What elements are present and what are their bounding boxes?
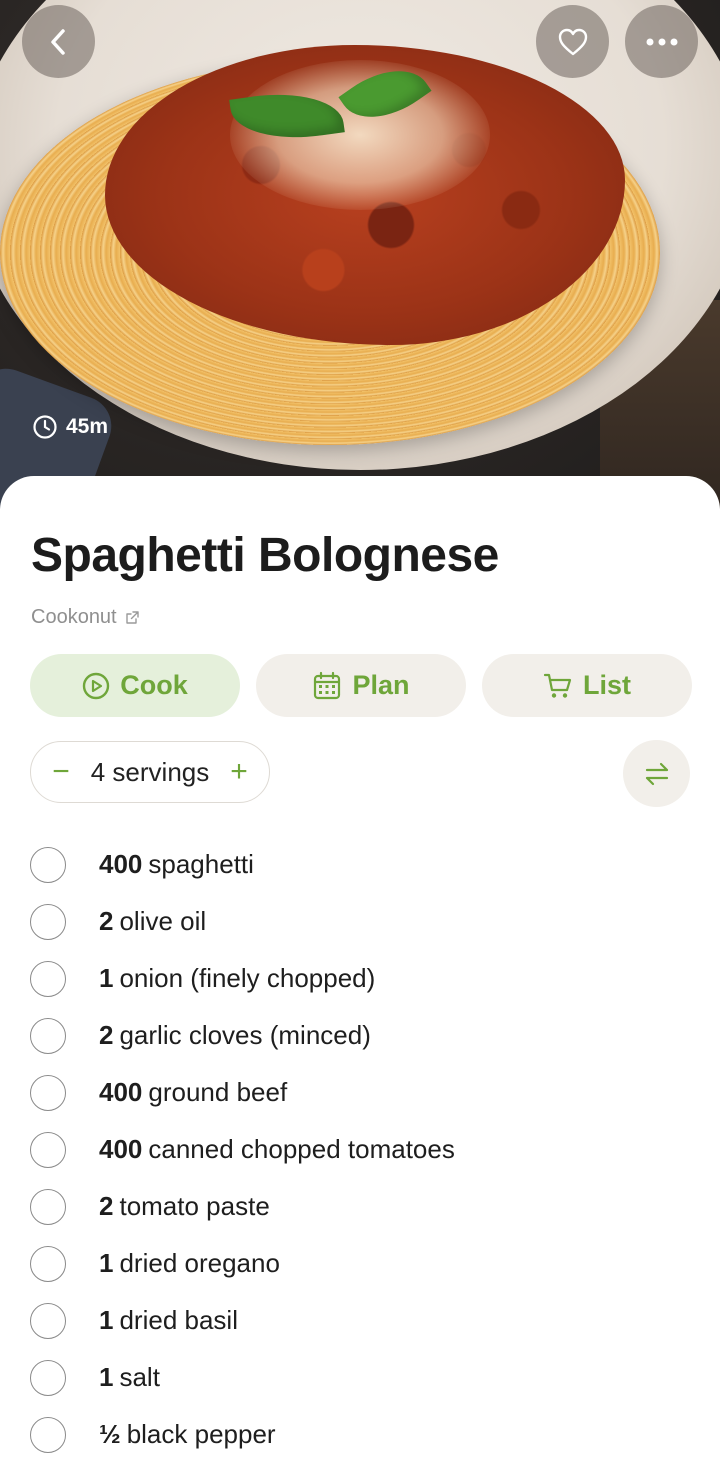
ingredient-name: canned chopped tomatoes <box>148 1134 455 1164</box>
ingredient-text: 2 tomato paste <box>99 1191 270 1222</box>
ingredient-quantity: 1 <box>99 1362 114 1392</box>
ingredient-quantity: 1 <box>99 963 114 993</box>
servings-label: 4 servings <box>90 756 210 787</box>
ingredient-name: dried oregano <box>119 1248 280 1278</box>
cook-button-label: Cook <box>120 670 188 700</box>
ingredient-text: 2 garlic cloves (minced) <box>99 1020 371 1051</box>
source-name: Cookonut <box>31 606 117 628</box>
ingredient-name: salt <box>119 1362 160 1392</box>
ingredient-text: 1 dried oregano <box>99 1248 280 1279</box>
recipe-details-sheet: Spaghetti Bolognese Cookonut Cook Plan L… <box>0 476 720 1476</box>
decrease-servings-button[interactable]: − <box>49 757 73 787</box>
ingredient-name: black pepper <box>126 1419 276 1449</box>
ingredient-checkbox[interactable] <box>30 903 66 940</box>
ingredient-name: tomato paste <box>119 1191 270 1221</box>
ingredient-checkbox[interactable] <box>30 846 66 883</box>
recipe-hero-image: 45m <box>0 0 720 520</box>
list-button-label: List <box>582 670 631 700</box>
ingredient-item[interactable]: 400 ground beef <box>30 1064 455 1121</box>
cook-time-badge: 45m <box>32 414 108 440</box>
calendar-icon <box>314 671 341 699</box>
ingredient-checkbox[interactable] <box>30 1074 66 1111</box>
cook-time-text: 45m <box>66 415 109 438</box>
heart-icon <box>558 28 587 55</box>
ingredient-quantity: 2 <box>99 1191 114 1221</box>
ingredient-text: 400 canned chopped tomatoes <box>99 1134 455 1165</box>
ingredient-name: olive oil <box>119 906 207 936</box>
plan-button-label: Plan <box>352 670 410 700</box>
ingredient-item[interactable]: 400 canned chopped tomatoes <box>30 1121 455 1178</box>
unit-convert-button[interactable] <box>623 740 690 807</box>
ingredient-checkbox[interactable] <box>30 1416 66 1453</box>
ingredient-name: garlic cloves (minced) <box>119 1020 371 1050</box>
swap-arrows-icon <box>645 762 668 785</box>
recipe-title: Spaghetti Bolognese <box>31 529 499 582</box>
ingredient-checkbox[interactable] <box>30 1131 66 1168</box>
ingredient-quantity: 400 <box>99 1077 143 1107</box>
ingredient-item[interactable]: 2 olive oil <box>30 893 455 950</box>
list-button[interactable]: List <box>482 654 692 717</box>
ingredient-quantity: 1 <box>99 1248 114 1278</box>
ingredient-text: 1 dried basil <box>99 1305 238 1336</box>
clock-icon <box>33 415 57 439</box>
ingredient-checkbox[interactable] <box>30 1245 66 1282</box>
ingredient-text: ½ black pepper <box>99 1419 276 1450</box>
ingredient-name: dried basil <box>119 1305 238 1335</box>
ingredients-list: 400 spaghetti 2 olive oil 1 onion (finely c… <box>30 836 455 1463</box>
ingredient-item[interactable]: 400 spaghetti <box>30 836 455 893</box>
ingredient-text: 1 salt <box>99 1362 160 1393</box>
more-options-button[interactable] <box>625 5 698 78</box>
ingredient-quantity: 2 <box>99 1020 114 1050</box>
servings-stepper: − 4 servings + <box>30 741 270 803</box>
ingredient-name: ground beef <box>148 1077 288 1107</box>
ingredient-item[interactable]: 1 salt <box>30 1349 455 1406</box>
cook-button[interactable]: Cook <box>30 654 240 717</box>
play-circle-icon <box>83 672 110 699</box>
ingredient-item[interactable]: 1 onion (finely chopped) <box>30 950 455 1007</box>
ingredient-text: 1 onion (finely chopped) <box>99 963 375 994</box>
more-dots-icon <box>646 38 677 45</box>
ingredient-text: 400 spaghetti <box>99 849 254 880</box>
ingredient-name: onion (finely chopped) <box>119 963 376 993</box>
external-link-icon <box>125 611 139 624</box>
ingredient-text: 400 ground beef <box>99 1077 287 1108</box>
ingredient-checkbox[interactable] <box>30 1017 66 1054</box>
chevron-left-icon <box>50 28 65 55</box>
favorite-button[interactable] <box>536 5 609 78</box>
ingredient-item[interactable]: 1 dried basil <box>30 1292 455 1349</box>
ingredient-item[interactable]: 2 garlic cloves (minced) <box>30 1007 455 1064</box>
ingredient-item[interactable]: 1 dried oregano <box>30 1235 455 1292</box>
ingredient-quantity: 400 <box>99 1134 143 1164</box>
ingredient-quantity: ½ <box>99 1419 121 1449</box>
ingredient-checkbox[interactable] <box>30 960 66 997</box>
ingredient-quantity: 2 <box>99 906 114 936</box>
cart-icon <box>543 673 572 698</box>
ingredient-quantity: 1 <box>99 1305 114 1335</box>
ingredient-text: 2 olive oil <box>99 906 206 937</box>
ingredient-name: spaghetti <box>148 849 254 879</box>
ingredient-item[interactable]: 2 tomato paste <box>30 1178 455 1235</box>
ingredient-checkbox[interactable] <box>30 1359 66 1396</box>
ingredient-checkbox[interactable] <box>30 1188 66 1225</box>
ingredient-item[interactable]: ½ black pepper <box>30 1406 455 1463</box>
action-buttons: Cook Plan List <box>30 654 692 717</box>
increase-servings-button[interactable]: + <box>227 757 251 787</box>
back-button[interactable] <box>22 5 95 78</box>
plan-button[interactable]: Plan <box>256 654 466 717</box>
ingredient-quantity: 400 <box>99 849 143 879</box>
ingredient-checkbox[interactable] <box>30 1302 66 1339</box>
recipe-source-link[interactable]: Cookonut <box>31 606 140 629</box>
